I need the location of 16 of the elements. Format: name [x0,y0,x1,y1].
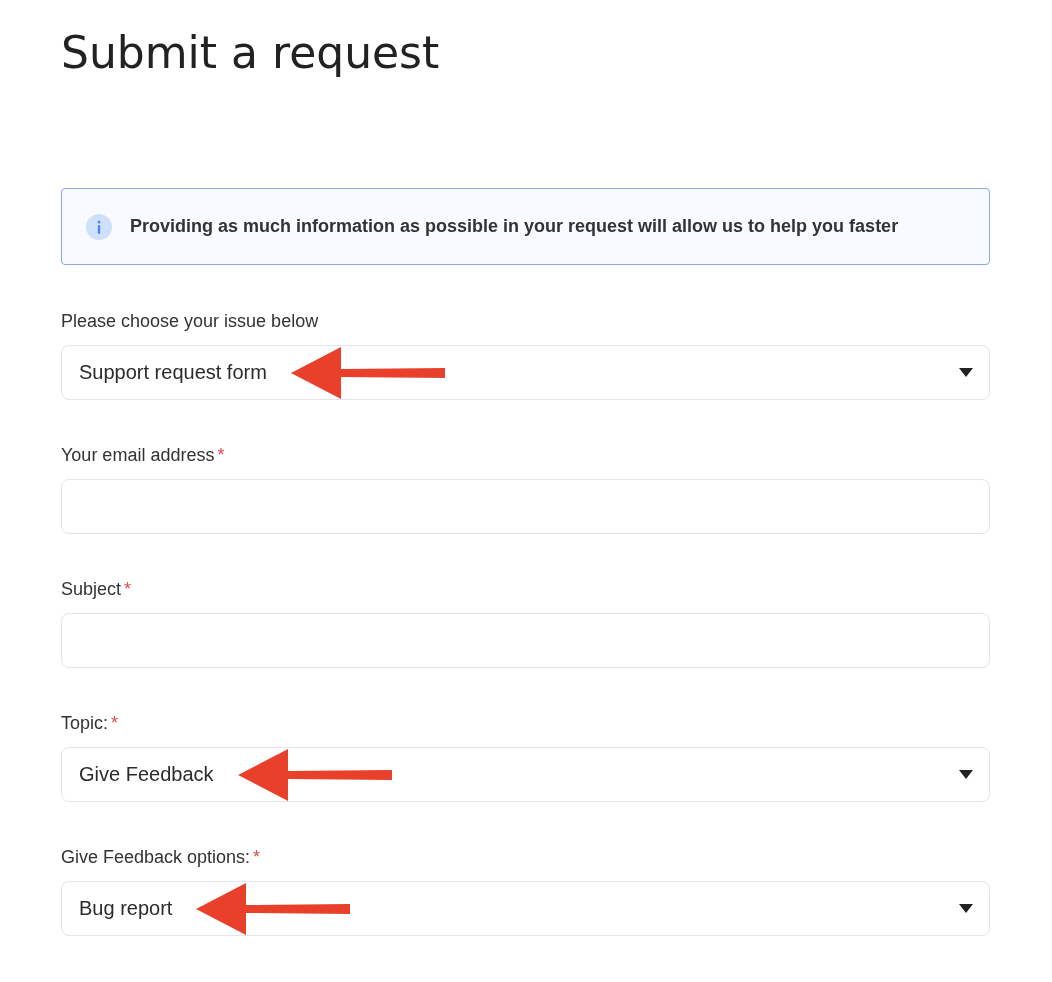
field-label: Please choose your issue below [61,311,320,331]
info-text: Providing as much information as possible in your request will allow us to help you faster [130,216,899,237]
dropdown[interactable]: Give Feedback [61,747,990,802]
dropdown[interactable]: Support request form [61,345,990,400]
dropdown[interactable]: Bug report [61,881,990,936]
input-field[interactable] [61,479,990,534]
field-label: Give Feedback options: * [61,847,262,867]
input-field[interactable] [61,613,990,668]
page-title: Submit a request [61,26,441,80]
caret-icon [959,770,973,779]
info-icon [86,213,112,240]
field-label: Topic: * [61,713,120,733]
caret-icon [959,904,973,913]
field-label: Your email address * [61,445,226,465]
field-label: Subject * [61,579,133,599]
caret-icon [959,368,973,377]
